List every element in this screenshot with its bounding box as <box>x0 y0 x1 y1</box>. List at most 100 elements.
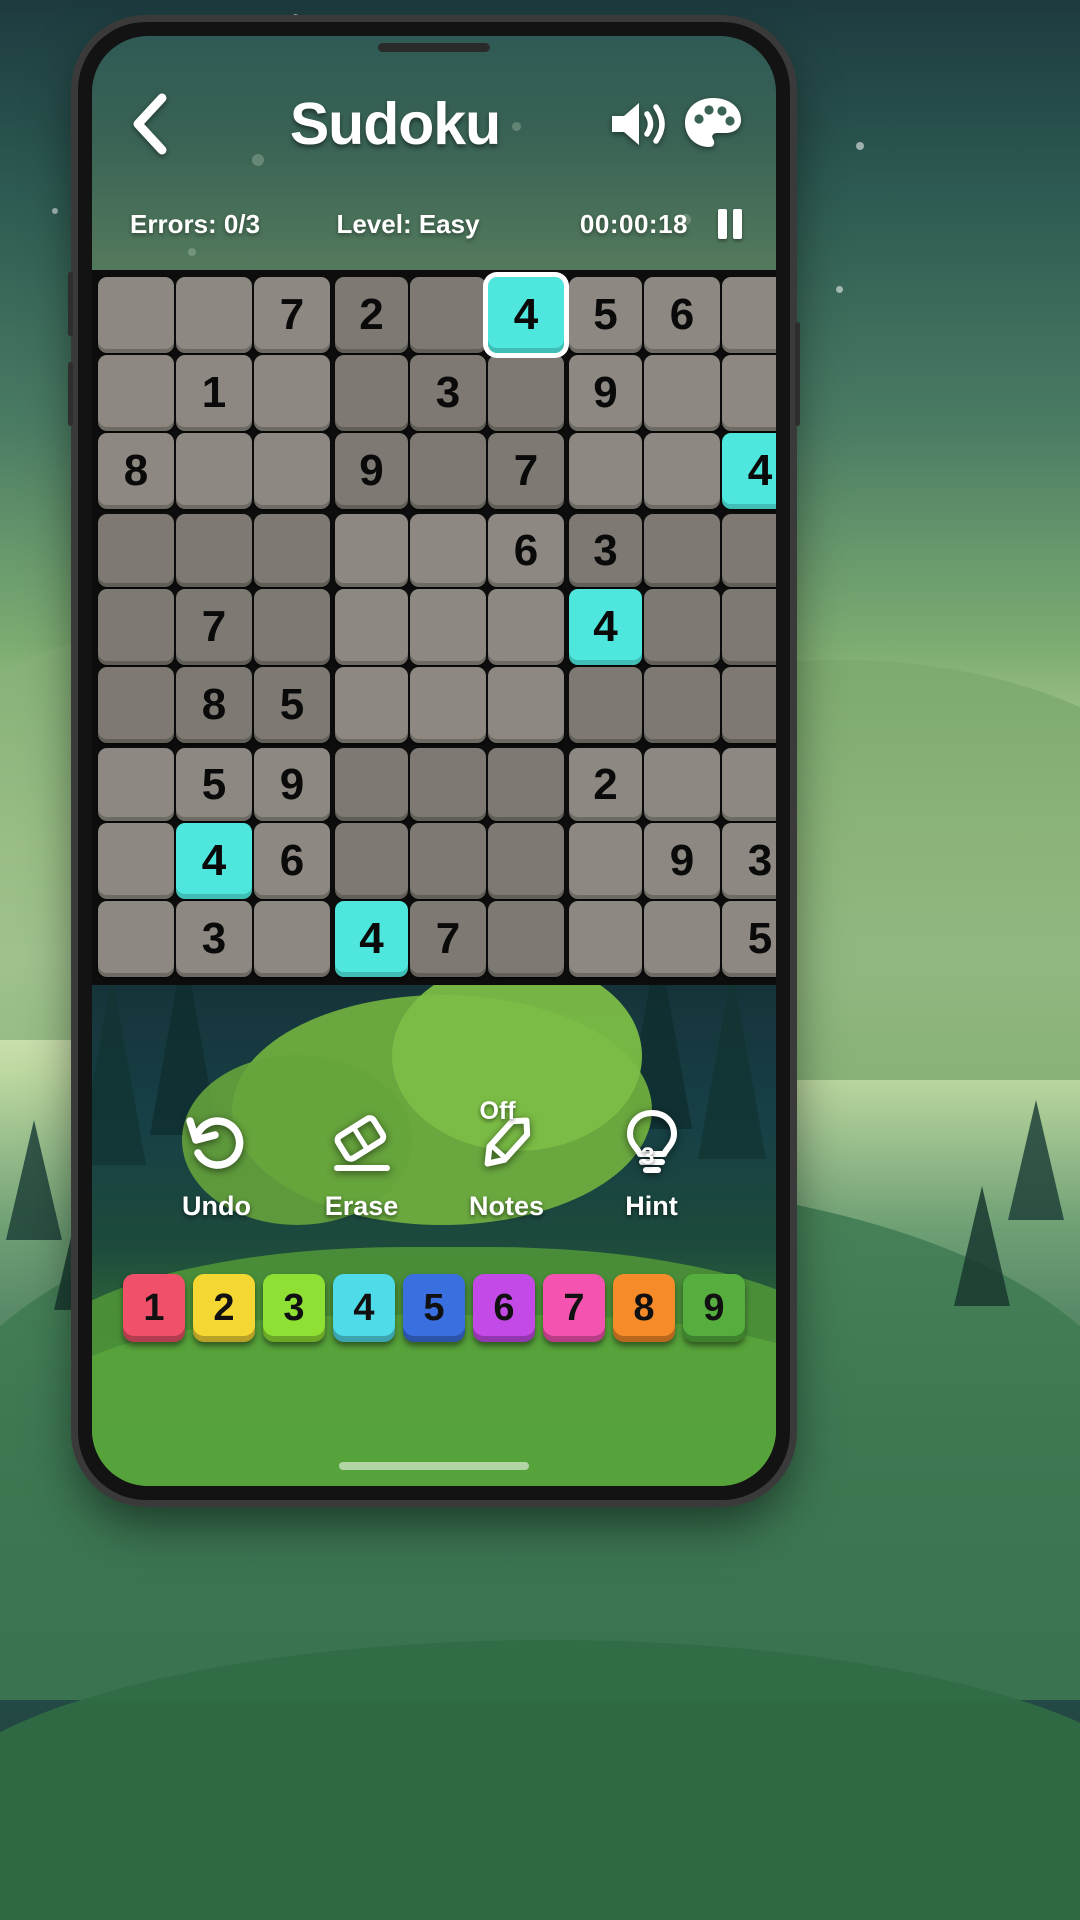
sudoku-cell[interactable] <box>410 433 486 509</box>
number-key-4[interactable]: 4 <box>333 1274 395 1342</box>
sudoku-cell[interactable] <box>176 433 252 509</box>
sudoku-cell[interactable] <box>98 589 174 665</box>
sudoku-cell[interactable]: 5 <box>254 667 330 743</box>
sudoku-cell[interactable] <box>488 667 564 743</box>
power-button[interactable] <box>795 322 800 426</box>
sudoku-cell[interactable]: 4 <box>488 277 564 353</box>
sudoku-cell[interactable] <box>335 589 408 665</box>
volume-down-button[interactable] <box>68 362 73 426</box>
sudoku-cell[interactable] <box>722 589 776 665</box>
sudoku-cell[interactable] <box>254 433 330 509</box>
sudoku-cell[interactable]: 7 <box>488 433 564 509</box>
number-key-7[interactable]: 7 <box>543 1274 605 1342</box>
sudoku-cell[interactable] <box>644 748 720 821</box>
sudoku-cell[interactable]: 4 <box>176 823 252 899</box>
sudoku-cell[interactable]: 5 <box>176 748 252 821</box>
number-key-3[interactable]: 3 <box>263 1274 325 1342</box>
sudoku-cell[interactable] <box>254 901 330 977</box>
undo-button[interactable]: Undo <box>144 1103 289 1222</box>
sudoku-cell[interactable] <box>410 277 486 353</box>
sudoku-cell[interactable]: 7 <box>410 901 486 977</box>
sudoku-cell[interactable]: 6 <box>488 514 564 587</box>
sudoku-cell[interactable] <box>410 748 486 821</box>
sudoku-cell[interactable] <box>722 355 776 431</box>
number-pad[interactable]: 123456789 <box>92 1274 776 1342</box>
sudoku-cell[interactable] <box>176 277 252 353</box>
sudoku-cell[interactable] <box>644 514 720 587</box>
sudoku-cell[interactable]: 6 <box>644 277 720 353</box>
sudoku-cell[interactable] <box>98 277 174 353</box>
sudoku-cell[interactable] <box>335 514 408 587</box>
sudoku-cell[interactable]: 9 <box>254 748 330 821</box>
sudoku-board[interactable]: 72456139897463748559246933475 <box>98 277 776 977</box>
sudoku-cell[interactable] <box>644 355 720 431</box>
sudoku-cell[interactable] <box>410 514 486 587</box>
sudoku-cell[interactable] <box>254 514 330 587</box>
sudoku-cell[interactable] <box>569 433 642 509</box>
sudoku-cell[interactable] <box>335 667 408 743</box>
palette-icon[interactable] <box>676 93 750 155</box>
sudoku-cell[interactable] <box>722 514 776 587</box>
sudoku-cell[interactable] <box>410 589 486 665</box>
sudoku-cell[interactable] <box>569 667 642 743</box>
sudoku-cell[interactable]: 7 <box>176 589 252 665</box>
sudoku-cell[interactable] <box>98 901 174 977</box>
sudoku-cell[interactable]: 5 <box>569 277 642 353</box>
sudoku-cell[interactable] <box>722 748 776 821</box>
erase-button[interactable]: Erase <box>289 1103 434 1222</box>
back-button[interactable] <box>118 93 180 155</box>
sudoku-cell[interactable]: 9 <box>335 433 408 509</box>
number-key-9[interactable]: 9 <box>683 1274 745 1342</box>
sudoku-cell[interactable] <box>488 901 564 977</box>
sudoku-cell[interactable]: 3 <box>176 901 252 977</box>
number-key-5[interactable]: 5 <box>403 1274 465 1342</box>
sudoku-cell[interactable] <box>254 589 330 665</box>
sudoku-cell[interactable] <box>569 901 642 977</box>
sudoku-cell[interactable]: 4 <box>335 901 408 977</box>
hint-button[interactable]: 3 Hint <box>579 1103 724 1222</box>
sudoku-cell[interactable]: 5 <box>722 901 776 977</box>
sudoku-cell[interactable]: 3 <box>722 823 776 899</box>
sudoku-cell[interactable] <box>254 355 330 431</box>
sudoku-cell[interactable]: 7 <box>254 277 330 353</box>
sudoku-cell[interactable]: 9 <box>569 355 642 431</box>
volume-up-button[interactable] <box>68 272 73 336</box>
sudoku-cell[interactable] <box>410 823 486 899</box>
sudoku-cell[interactable] <box>722 277 776 353</box>
sudoku-cell[interactable] <box>488 823 564 899</box>
sudoku-cell[interactable] <box>644 901 720 977</box>
notes-button[interactable]: Off Notes <box>434 1097 579 1222</box>
sudoku-cell[interactable] <box>644 589 720 665</box>
sudoku-cell[interactable]: 3 <box>569 514 642 587</box>
sudoku-cell[interactable] <box>98 355 174 431</box>
sudoku-cell[interactable] <box>488 748 564 821</box>
sudoku-cell[interactable] <box>176 514 252 587</box>
number-key-1[interactable]: 1 <box>123 1274 185 1342</box>
sudoku-cell[interactable] <box>98 514 174 587</box>
sudoku-cell[interactable]: 8 <box>98 433 174 509</box>
sudoku-cell[interactable]: 8 <box>176 667 252 743</box>
sudoku-cell[interactable] <box>644 667 720 743</box>
sudoku-cell[interactable] <box>644 433 720 509</box>
sudoku-cell[interactable] <box>488 589 564 665</box>
sudoku-cell[interactable]: 2 <box>335 277 408 353</box>
sudoku-cell[interactable] <box>722 667 776 743</box>
sudoku-cell[interactable] <box>98 748 174 821</box>
speaker-on-icon[interactable] <box>602 93 676 155</box>
sudoku-cell[interactable] <box>98 667 174 743</box>
sudoku-cell[interactable]: 4 <box>722 433 776 509</box>
sudoku-cell[interactable]: 4 <box>569 589 642 665</box>
sudoku-cell[interactable]: 9 <box>644 823 720 899</box>
number-key-6[interactable]: 6 <box>473 1274 535 1342</box>
sudoku-cell[interactable] <box>335 748 408 821</box>
number-key-2[interactable]: 2 <box>193 1274 255 1342</box>
sudoku-cell[interactable] <box>410 667 486 743</box>
sudoku-cell[interactable]: 2 <box>569 748 642 821</box>
sudoku-cell[interactable] <box>335 355 408 431</box>
pause-button[interactable] <box>718 209 742 239</box>
sudoku-cell[interactable] <box>488 355 564 431</box>
sudoku-cell[interactable] <box>335 823 408 899</box>
sudoku-cell[interactable] <box>98 823 174 899</box>
sudoku-cell[interactable]: 3 <box>410 355 486 431</box>
sudoku-cell[interactable] <box>569 823 642 899</box>
